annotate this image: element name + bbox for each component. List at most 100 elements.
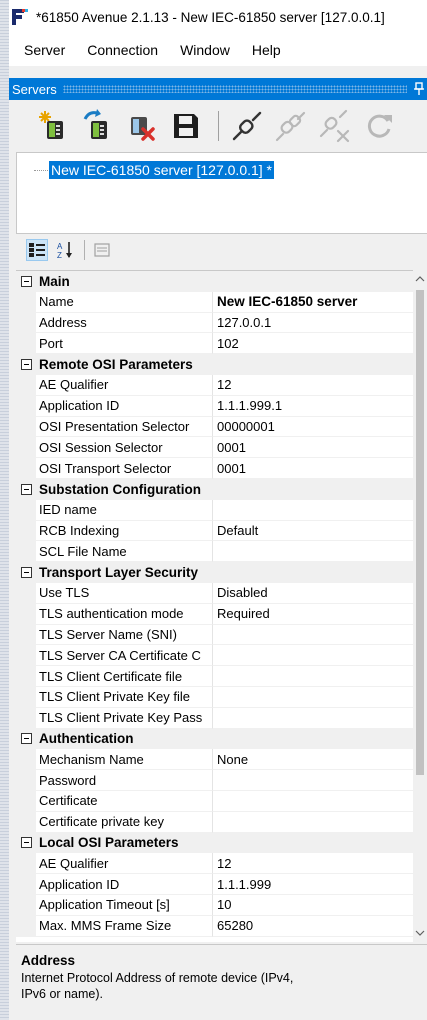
connect-icon[interactable]	[229, 108, 265, 144]
category-row[interactable]: Remote OSI Parameters	[16, 354, 413, 375]
property-row[interactable]: Port 102	[16, 333, 413, 355]
property-value[interactable]	[213, 770, 413, 791]
property-name[interactable]: TLS Client Private Key Pass	[36, 707, 213, 729]
property-name[interactable]: Max. MMS Frame Size	[36, 915, 213, 937]
collapse-toggle-icon[interactable]	[16, 833, 36, 854]
category-row[interactable]: Main	[16, 271, 413, 292]
scroll-down-icon[interactable]	[415, 928, 425, 938]
disconnect-icon[interactable]	[317, 108, 353, 144]
category-row[interactable]: Transport Layer Security	[16, 562, 413, 583]
pin-icon[interactable]	[413, 82, 425, 96]
property-value[interactable]: 102	[213, 333, 413, 355]
menu-server[interactable]: Server	[24, 42, 65, 58]
property-name[interactable]: OSI Presentation Selector	[36, 416, 213, 438]
property-value[interactable]: 0001	[213, 458, 413, 479]
tree-node-server[interactable]: New IEC-61850 server [127.0.0.1] *	[34, 161, 275, 179]
refresh-icon[interactable]	[361, 108, 397, 144]
property-name[interactable]: Use TLS	[36, 582, 213, 604]
property-row[interactable]: Mechanism Name None	[16, 749, 413, 771]
import-server-icon[interactable]	[80, 108, 116, 144]
collapse-toggle-icon[interactable]	[16, 729, 36, 750]
property-row[interactable]: Application ID 1.1.1.999	[16, 874, 413, 895]
property-value[interactable]	[213, 708, 413, 729]
property-name[interactable]: TLS Client Private Key file	[36, 686, 213, 708]
property-row[interactable]: SCL File Name	[16, 541, 413, 563]
property-row[interactable]: Address 127.0.0.1	[16, 312, 413, 334]
collapse-toggle-icon[interactable]	[16, 562, 36, 583]
collapse-toggle-icon[interactable]	[16, 271, 36, 292]
property-value[interactable]	[213, 791, 413, 812]
property-name[interactable]: RCB Indexing	[36, 520, 213, 542]
property-row[interactable]: Application Timeout [s] 10	[16, 894, 413, 916]
property-name[interactable]: TLS Server CA Certificate C	[36, 645, 213, 667]
property-row[interactable]: Password	[16, 770, 413, 791]
property-name[interactable]: AE Qualifier	[36, 853, 213, 875]
property-name[interactable]: Application ID	[36, 874, 213, 895]
category-row[interactable]: Substation Configuration	[16, 478, 413, 500]
category-row[interactable]: Local OSI Parameters	[16, 832, 413, 854]
property-name[interactable]: OSI Transport Selector	[36, 458, 213, 479]
property-name[interactable]: Application ID	[36, 395, 213, 417]
property-value[interactable]	[213, 687, 413, 708]
property-value[interactable]	[213, 541, 413, 563]
property-name[interactable]: Address	[36, 312, 213, 334]
new-server-icon[interactable]	[36, 108, 72, 144]
property-row[interactable]: OSI Transport Selector 0001	[16, 458, 413, 479]
alphabetical-sort-icon[interactable]: A Z	[54, 239, 76, 261]
property-name[interactable]: Password	[36, 770, 213, 791]
property-value[interactable]: 0001	[213, 437, 413, 459]
menu-help[interactable]: Help	[252, 42, 281, 58]
property-name[interactable]: Certificate	[36, 790, 213, 812]
collapse-toggle-icon[interactable]	[16, 479, 36, 500]
property-row[interactable]: OSI Presentation Selector 00000001	[16, 416, 413, 438]
tree-node-label[interactable]: New IEC-61850 server [127.0.0.1] *	[49, 161, 275, 179]
property-row[interactable]: Application ID 1.1.1.999.1	[16, 395, 413, 417]
save-icon[interactable]	[168, 108, 204, 144]
menu-connection[interactable]: Connection	[87, 42, 158, 58]
property-row[interactable]: Certificate	[16, 790, 413, 812]
property-value[interactable]: 12	[213, 853, 413, 875]
scroll-up-icon[interactable]	[415, 274, 425, 284]
property-value[interactable]: Default	[213, 521, 413, 542]
property-name[interactable]: IED name	[36, 499, 213, 521]
property-name[interactable]: TLS Server Name (SNI)	[36, 624, 213, 646]
property-row[interactable]: TLS authentication mode Required	[16, 603, 413, 625]
property-row[interactable]: Use TLS Disabled	[16, 582, 413, 604]
property-value[interactable]: 00000001	[213, 417, 413, 438]
property-value[interactable]	[213, 666, 413, 687]
property-row[interactable]: Max. MMS Frame Size 65280	[16, 915, 413, 937]
category-row[interactable]: Authentication	[16, 728, 413, 750]
property-name[interactable]: OSI Session Selector	[36, 437, 213, 459]
property-row[interactable]: AE Qualifier 12	[16, 374, 413, 396]
property-row[interactable]: OSI Session Selector 0001	[16, 437, 413, 459]
property-value[interactable]: Disabled	[213, 583, 413, 604]
collapse-toggle-icon[interactable]	[16, 354, 36, 375]
property-row[interactable]: TLS Client Certificate file	[16, 666, 413, 687]
property-row[interactable]: AE Qualifier 12	[16, 853, 413, 875]
property-name[interactable]: TLS Client Certificate file	[36, 666, 213, 687]
property-value[interactable]: None	[213, 749, 413, 771]
property-row[interactable]: TLS Client Private Key file	[16, 686, 413, 708]
property-value[interactable]	[213, 625, 413, 646]
property-name[interactable]: TLS authentication mode	[36, 603, 213, 625]
property-value[interactable]: 10	[213, 895, 413, 916]
scroll-thumb[interactable]	[416, 290, 424, 775]
property-row[interactable]: TLS Server CA Certificate C	[16, 645, 413, 667]
property-name[interactable]: SCL File Name	[36, 541, 213, 563]
property-value[interactable]: Required	[213, 604, 413, 625]
property-row[interactable]: TLS Client Private Key Pass	[16, 707, 413, 729]
property-value[interactable]	[213, 500, 413, 521]
menu-window[interactable]: Window	[180, 42, 230, 58]
property-value[interactable]: 1.1.1.999.1	[213, 396, 413, 417]
property-row[interactable]: IED name	[16, 499, 413, 521]
delete-server-icon[interactable]	[124, 108, 160, 144]
property-row[interactable]: RCB Indexing Default	[16, 520, 413, 542]
property-value[interactable]	[213, 645, 413, 667]
property-row[interactable]: Name New IEC-61850 server	[16, 291, 413, 313]
property-name[interactable]: Certificate private key	[36, 811, 213, 833]
categorized-view-icon[interactable]	[26, 239, 48, 261]
property-value[interactable]: 1.1.1.999	[213, 874, 413, 895]
property-row[interactable]: TLS Server Name (SNI)	[16, 624, 413, 646]
property-row[interactable]: Certificate private key	[16, 811, 413, 833]
property-name[interactable]: Mechanism Name	[36, 749, 213, 771]
